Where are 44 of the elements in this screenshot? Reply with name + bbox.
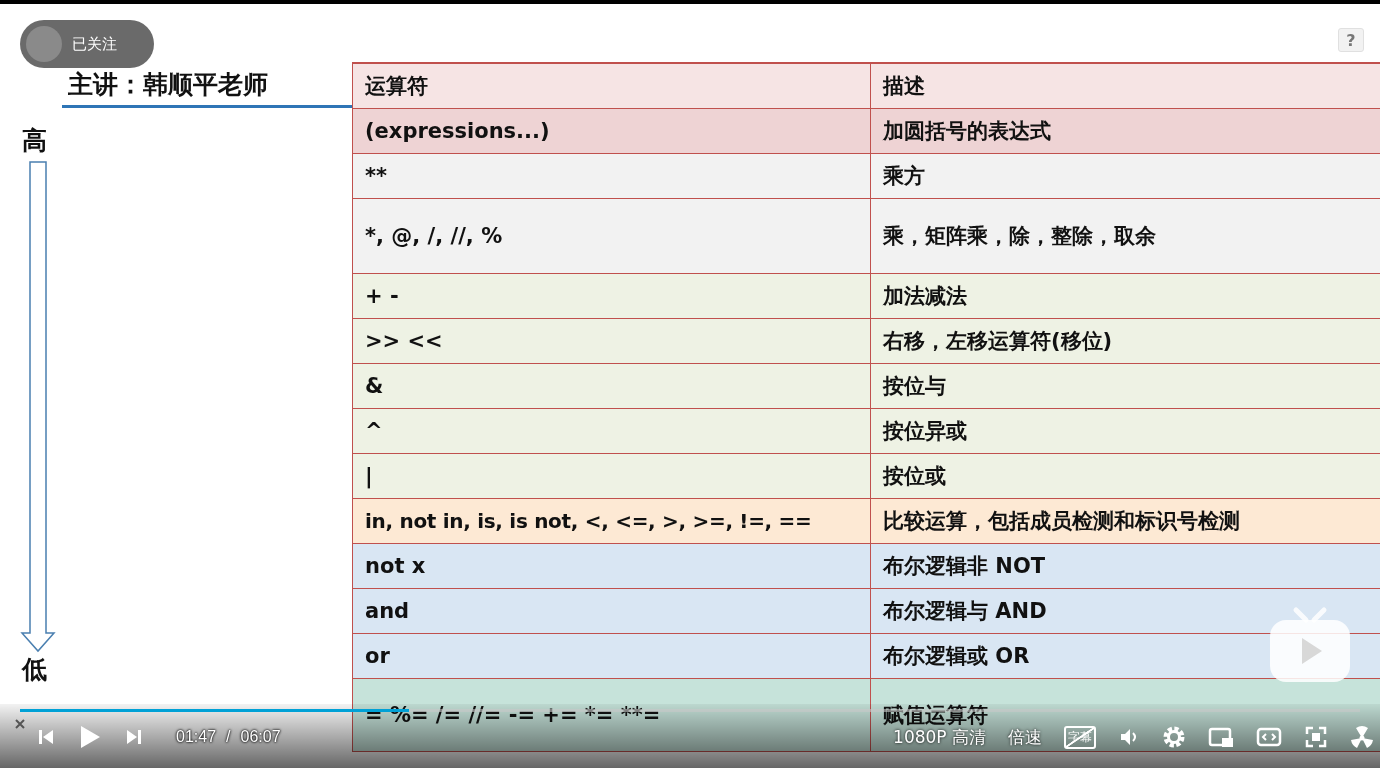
widescreen-icon[interactable] [1256,726,1282,748]
description-cell: 比较运算，包括成员检测和标识号检测 [870,499,1380,543]
help-button[interactable]: ? [1338,28,1364,52]
follow-badge[interactable]: 已关注 [20,20,154,68]
high-label: 高 [22,125,48,157]
description-cell: 右移，左移运算符(移位) [870,319,1380,363]
column-header: 运算符 [352,64,870,108]
quality-button[interactable]: 1080P 高清 [893,725,986,749]
settings-icon[interactable] [1162,725,1186,749]
description-cell: 按位与 [870,364,1380,408]
operator-cell: in, not in, is, is not, <, <=, >, >=, !=, == [352,499,870,543]
description-cell: 按位或 [870,454,1380,498]
operator-cell: or [352,634,870,678]
previous-icon[interactable] [36,727,56,747]
description-cell: 布尔逻辑非 NOT [870,544,1380,588]
operator-cell: and [352,589,870,633]
operator-cell: *, @, /, //, % [352,199,870,273]
operator-cell: >> << [352,319,870,363]
operator-cell: (expressions...) [352,109,870,153]
lecturer-name: 主讲：韩顺平老师 [68,69,269,101]
total-time: 06:07 [240,728,281,746]
operator-cell: | [352,454,870,498]
description-cell: 乘方 [870,154,1380,198]
radiation-icon[interactable] [1350,725,1374,749]
operator-cell: + - [352,274,870,318]
column-header: 描述 [870,64,1380,108]
operator-cell: ** [352,154,870,198]
avatar-icon [26,26,62,62]
description-cell: 加法减法 [870,274,1380,318]
low-label: 低 [22,654,48,686]
next-icon[interactable] [124,727,144,747]
operator-cell: not x [352,544,870,588]
current-time: 01:47 [176,728,217,746]
down-arrow-icon [20,161,56,653]
description-cell: 乘，矩阵乘，除，整除，取余 [870,199,1380,273]
close-icon[interactable] [14,718,26,730]
operator-cell: & [352,364,870,408]
description-cell: 加圆括号的表达式 [870,109,1380,153]
picture-in-picture-icon[interactable] [1208,726,1234,748]
fullscreen-icon[interactable] [1304,725,1328,749]
operator-cell: ^ [352,409,870,453]
speed-button[interactable]: 倍速 [1008,725,1042,749]
description-cell: 按位异或 [870,409,1380,453]
play-icon[interactable] [78,724,102,750]
